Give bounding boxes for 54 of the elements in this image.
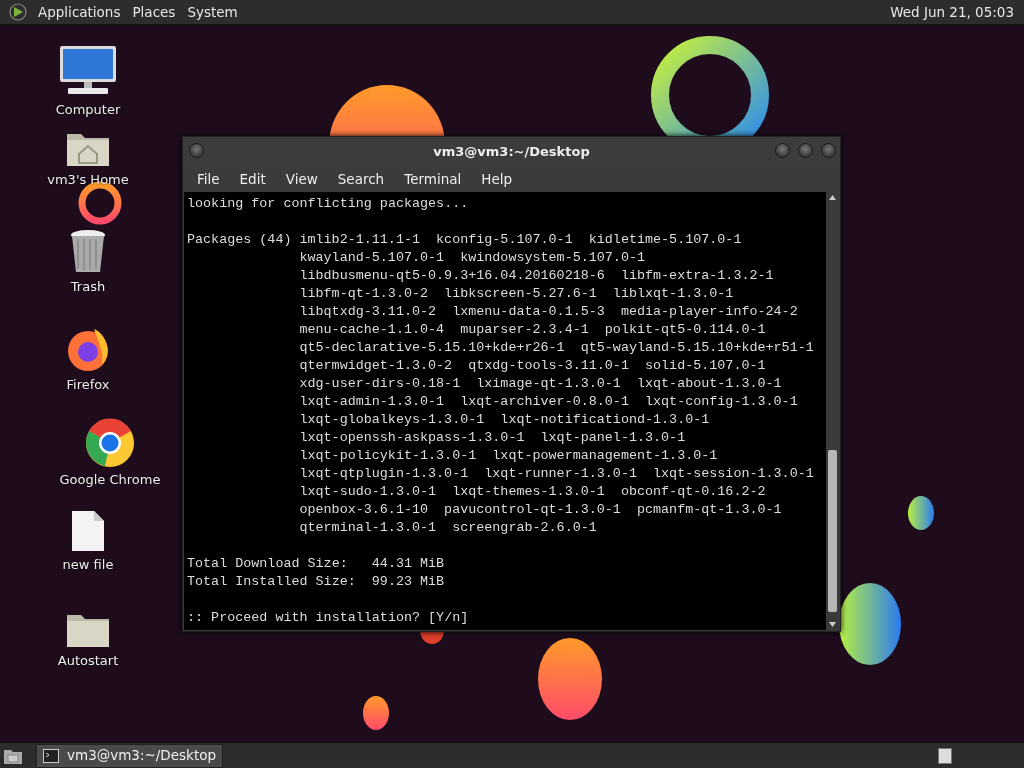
terminal-line: kwayland-5.107.0-1 kwindowsystem-5.107.0-1 [299, 249, 646, 267]
terminal-line: lxqt-qtplugin-1.3.0-1 lxqt-runner-1.3.0-1 lxqt-session-1.3.0-1 [299, 465, 814, 483]
terminal-line: openbox-3.6.1-10 pavucontrol-qt-1.3.0-1 pcmanfm-qt-1.3.0-1 [299, 501, 783, 519]
panel-menu[interactable]: Applications [32, 0, 127, 24]
workspace-button[interactable] [938, 747, 952, 764]
terminal-line: Total Download Size: 44.31 MiB [187, 555, 446, 573]
icon-label[interactable]: Google Chrome [59, 470, 161, 490]
terminal-line: qt5-declarative-5.15.10+kde+r26-1 qt5-wayland-5.15.10+kde+r51-1 [299, 339, 814, 357]
menu-item[interactable]: Edit [229, 166, 276, 192]
panel-menu[interactable]: System [181, 0, 244, 24]
terminal-line: :: Proceed with installation? [Y/n] [187, 609, 470, 627]
terminal-line: qtermwidget-1.3.0-2 qtxdg-tools-3.11.0-1 solid-5.107.0-1 [299, 357, 767, 375]
distro-logo-icon[interactable] [8, 2, 28, 22]
minimize-button[interactable] [775, 143, 790, 158]
window-title: vm3@vm3:~/Desktop [433, 142, 590, 161]
terminal-line: imlib2-1.11.1-1 kconfig-5.107.0-1 kidletime-5.107.0-1 [299, 231, 743, 249]
chrome-icon[interactable] [85, 418, 135, 468]
icon-label[interactable]: Computer [55, 100, 121, 120]
menu-item[interactable]: Help [471, 166, 523, 192]
panel-menu[interactable]: Places [126, 0, 182, 24]
terminal-line: looking for conflicting packages... [187, 195, 470, 213]
terminal-line: qterminal-1.3.0-1 screengrab-2.6.0-1 [299, 519, 598, 537]
window-menu-button[interactable] [189, 143, 204, 158]
terminal-icon [43, 748, 59, 763]
terminal-line: libqtxdg-3.11.0-2 lxmenu-data-0.1.5-3 media-player-info-24-2 [299, 303, 799, 321]
icon-label[interactable]: Trash [70, 277, 106, 297]
icon-label[interactable]: Autostart [57, 651, 119, 671]
scrollbar-thumb[interactable] [828, 450, 837, 612]
taskbar-task[interactable]: vm3@vm3:~/Desktop [36, 743, 224, 768]
menu-item[interactable]: File [187, 166, 230, 192]
menu-item[interactable]: Terminal [394, 166, 472, 192]
icon-label[interactable]: vm3's Home [47, 170, 129, 190]
terminal-line: lxqt-policykit-1.3.0-1 lxqt-powermanagement-1.3.0-1 [299, 447, 719, 465]
terminal-line: Packages (44) [187, 231, 293, 249]
file-icon[interactable] [70, 509, 106, 553]
terminal-line: lxqt-admin-1.3.0-1 lxqt-archiver-0.8.0-1 lxqt-config-1.3.0-1 [299, 393, 799, 411]
terminal-line: lxqt-sudo-1.3.0-1 lxqt-themes-1.3.0-1 obconf-qt-0.16.2-2 [299, 483, 767, 501]
terminal-line: Total Installed Size: 99.23 MiB [187, 573, 446, 591]
maximize-button[interactable] [798, 143, 813, 158]
scrollbar[interactable] [826, 192, 839, 630]
task-label: vm3@vm3:~/Desktop [67, 746, 217, 766]
terminal-line: libfm-qt-1.3.0-2 libkscreen-5.27.6-1 liblxqt-1.3.0-1 [299, 285, 735, 303]
terminal-line: menu-cache-1.1.0-4 muparser-2.3.4-1 polkit-qt5-0.114.0-1 [299, 321, 767, 339]
icon-label[interactable]: new file [62, 555, 114, 575]
terminal-line: lxqt-openssh-askpass-1.3.0-1 lxqt-panel-1.3.0-1 [299, 429, 687, 447]
menu-item[interactable]: View [275, 166, 328, 192]
clock[interactable]: Wed Jun 21, 05:03 [884, 0, 1020, 24]
trash-icon[interactable] [68, 227, 108, 275]
terminal-line: libdbusmenu-qt5-0.9.3+16.04.20160218-6 libfm-extra-1.3.2-1 [299, 267, 775, 285]
icon-label[interactable]: Firefox [66, 375, 110, 395]
terminal-line: lxqt-globalkeys-1.3.0-1 lxqt-notificationd-1.3.0-1 [299, 411, 711, 429]
terminal-line: xdg-user-dirs-0.18-1 lximage-qt-1.3.0-1 lxqt-about-1.3.0-1 [299, 375, 783, 393]
close-button[interactable] [821, 143, 836, 158]
menu-item[interactable]: Search [327, 166, 395, 192]
